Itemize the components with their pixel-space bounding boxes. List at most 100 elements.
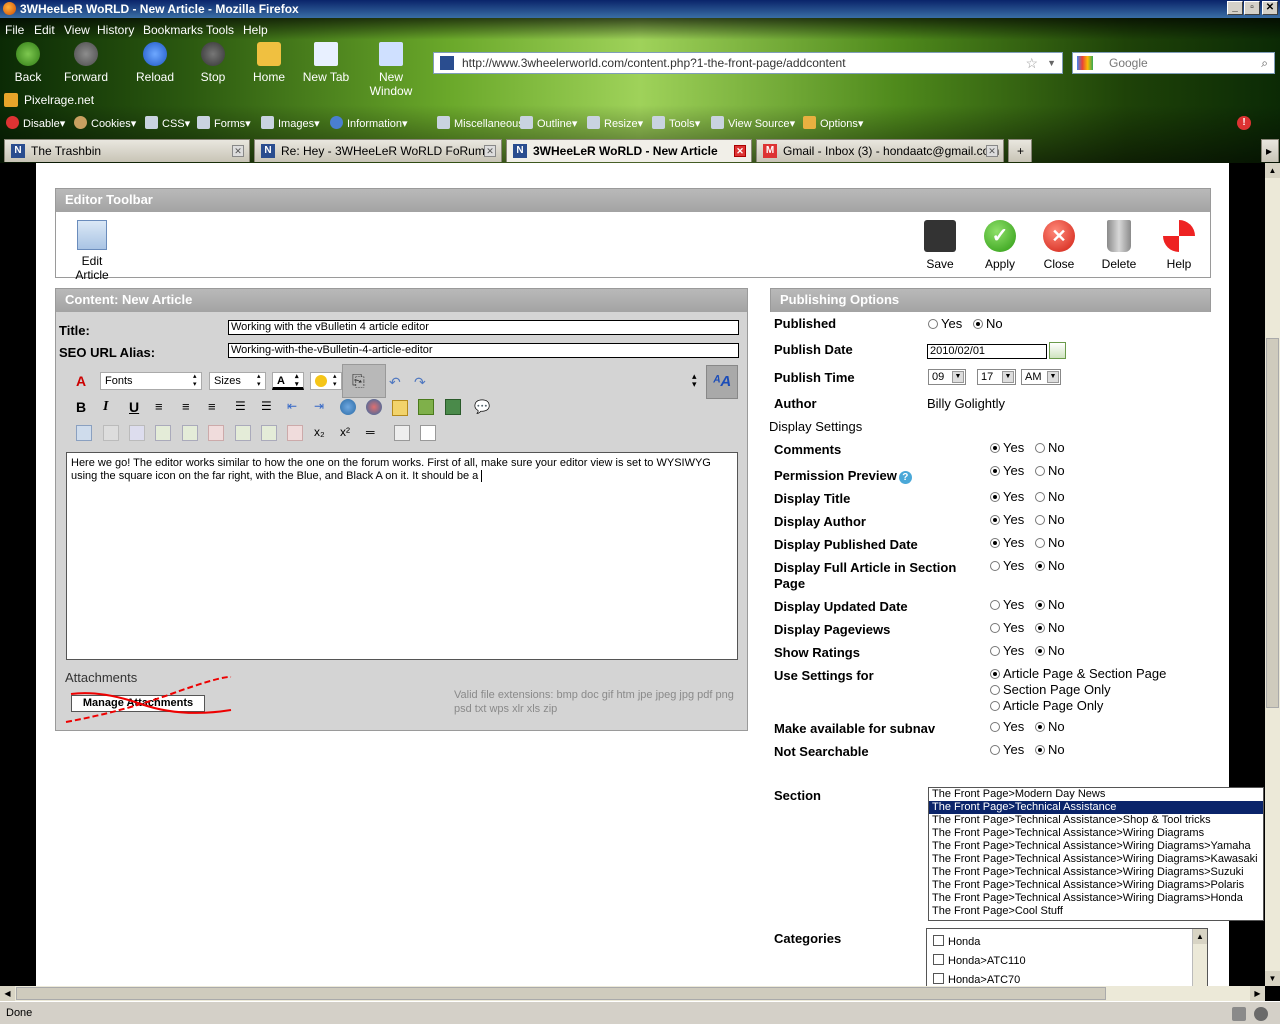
tab-new-article[interactable]: N 3WHeeLeR WoRLD - New Article ✕ [506,139,752,162]
article-body-editor[interactable]: Here we go! The editor works similar to … [66,452,738,660]
redo-icon[interactable]: ↷ [414,374,430,390]
checkbox[interactable] [933,954,944,965]
seo-url-input[interactable]: Working-with-the-vBulletin-4-article-edi… [228,343,739,358]
insert-video-icon[interactable] [445,399,461,415]
display-pageviews-no-radio[interactable]: No [1035,620,1065,635]
home-button[interactable]: Home [239,42,299,84]
tab-list-button[interactable]: ▸ [1261,139,1279,162]
align-left-icon[interactable]: ≡ [155,399,171,415]
page-vertical-scrollbar[interactable]: ▲ ▼ [1265,163,1280,986]
checkbox[interactable] [933,935,944,946]
menu-edit[interactable]: Edit [34,22,55,38]
subnav-yes-radio[interactable]: Yes [990,719,1024,734]
section-option[interactable]: The Front Page>Technical Assistance>Wiri… [929,853,1263,866]
show-ratings-yes-radio[interactable]: Yes [990,643,1024,658]
new-tab-button[interactable]: New Tab [296,42,356,84]
text-color-button[interactable]: A [272,372,304,390]
vertical-scroll-thumb[interactable] [1266,338,1279,708]
error-icon[interactable]: ! [1237,116,1251,130]
menu-help[interactable]: Help [243,22,268,38]
display-full-article-yes-radio[interactable]: Yes [990,558,1024,573]
permission-preview-no-radio[interactable]: No [1035,463,1065,478]
ordered-list-icon[interactable]: ☰ [235,399,251,415]
display-full-article-no-radio[interactable]: No [1035,558,1065,573]
delete-button[interactable]: Delete [1093,220,1145,271]
table-properties-icon[interactable] [103,425,119,441]
attachment-button[interactable]: ⎘ [342,364,386,398]
tab-close-icon[interactable]: ✕ [232,145,244,157]
undo-icon[interactable]: ↶ [389,374,405,390]
apply-button[interactable]: ✓ Apply [974,220,1026,271]
title-input[interactable]: Working with the vBulletin 4 article edi… [228,320,739,335]
superscript-icon[interactable]: x² [340,425,356,441]
tab-forums[interactable]: N Re: Hey - 3WHeeLeR WoRLD FoRums ✕ [254,139,502,162]
menu-file[interactable]: File [5,22,24,38]
section-option[interactable]: The Front Page>Cool Stuff [929,905,1263,918]
wd-information[interactable]: Information▾ [330,116,408,132]
insert-column-right-icon[interactable] [261,425,277,441]
tab-trashbin[interactable]: N The Trashbin ✕ [4,139,250,162]
permission-preview-yes-radio[interactable]: Yes [990,463,1024,478]
maximize-button[interactable]: ▫ [1244,1,1260,15]
menu-bookmarks[interactable]: Bookmarks [143,22,203,38]
bold-icon[interactable]: B [76,399,92,415]
indent-icon[interactable]: ⇥ [314,399,330,415]
addon-status-icon[interactable] [1232,1007,1246,1021]
display-updated-date-yes-radio[interactable]: Yes [990,597,1024,612]
menu-tools[interactable]: Tools [206,22,234,38]
reload-button[interactable]: Reload [125,42,185,84]
fonts-select[interactable]: Fonts [100,372,202,390]
wd-images[interactable]: Images▾ [261,116,320,132]
horizontal-rule-icon[interactable]: ═ [366,425,382,441]
menu-history[interactable]: History [97,22,134,38]
underline-icon[interactable]: U [129,399,145,415]
outdent-icon[interactable]: ⇤ [287,399,303,415]
scroll-up-arrow-icon[interactable]: ▲ [1193,929,1207,944]
page-break-icon[interactable] [394,425,410,441]
delete-row-icon[interactable] [208,425,224,441]
display-author-yes-radio[interactable]: Yes [990,512,1024,527]
wd-tools[interactable]: Tools▾ [652,116,700,132]
delete-column-icon[interactable] [287,425,303,441]
show-ratings-no-radio[interactable]: No [1035,643,1065,658]
menu-view[interactable]: View [64,22,90,38]
bookmark-star-icon[interactable]: ☆ [1025,53,1038,73]
help-question-icon[interactable]: ? [898,471,912,484]
url-bar[interactable]: http://www.3wheelerworld.com/content.php… [433,52,1063,74]
align-center-icon[interactable]: ≡ [182,399,198,415]
help-button[interactable]: Help [1153,220,1205,271]
insert-column-left-icon[interactable] [235,425,251,441]
wd-resize[interactable]: Resize▾ [587,116,643,132]
firebug-status-icon[interactable] [1254,1007,1268,1021]
tab-close-icon[interactable]: ✕ [734,145,746,157]
minute-select[interactable]: 17 ▼ [977,369,1016,385]
search-bar[interactable]: Google ⌕ [1072,52,1275,74]
section-option[interactable]: The Front Page>Technical Assistance>Wiri… [929,879,1263,892]
not-searchable-no-radio[interactable]: No [1035,742,1065,757]
scroll-down-arrow-icon[interactable]: ▼ [1265,971,1280,986]
insert-row-below-icon[interactable] [182,425,198,441]
scroll-left-arrow-icon[interactable]: ◀ [0,986,15,1001]
subnav-no-radio[interactable]: No [1035,719,1065,734]
display-published-date-yes-radio[interactable]: Yes [990,535,1024,550]
section-option[interactable]: The Front Page>Technical Assistance>Wiri… [929,892,1263,905]
italic-icon[interactable]: I [103,399,119,415]
comments-yes-radio[interactable]: Yes [990,440,1024,455]
scroll-right-arrow-icon[interactable]: ▶ [1250,986,1265,1001]
checkbox[interactable] [933,973,944,984]
back-button[interactable]: Back [0,42,58,84]
comments-no-radio[interactable]: No [1035,440,1065,455]
table-cell-icon[interactable] [129,425,145,441]
sizes-select[interactable]: Sizes [209,372,266,390]
category-item[interactable]: Honda [933,935,980,948]
section-option[interactable]: The Front Page>Technical Assistance>Shop… [929,814,1263,827]
wd-options[interactable]: Options▾ [803,116,863,132]
section-option[interactable]: The Front Page>Modern Day News [929,788,1263,801]
use-article-only-radio[interactable]: Article Page Only [990,698,1103,713]
minimize-button[interactable]: _ [1227,1,1243,15]
display-pageviews-yes-radio[interactable]: Yes [990,620,1024,635]
tab-gmail[interactable]: M Gmail - Inbox (3) - hondaatc@gmail.com ✕ [756,139,1004,162]
published-yes-radio[interactable]: Yes [928,316,962,331]
calendar-icon[interactable] [1049,342,1066,359]
bookmark-pixelrage[interactable]: Pixelrage.net [4,92,94,108]
